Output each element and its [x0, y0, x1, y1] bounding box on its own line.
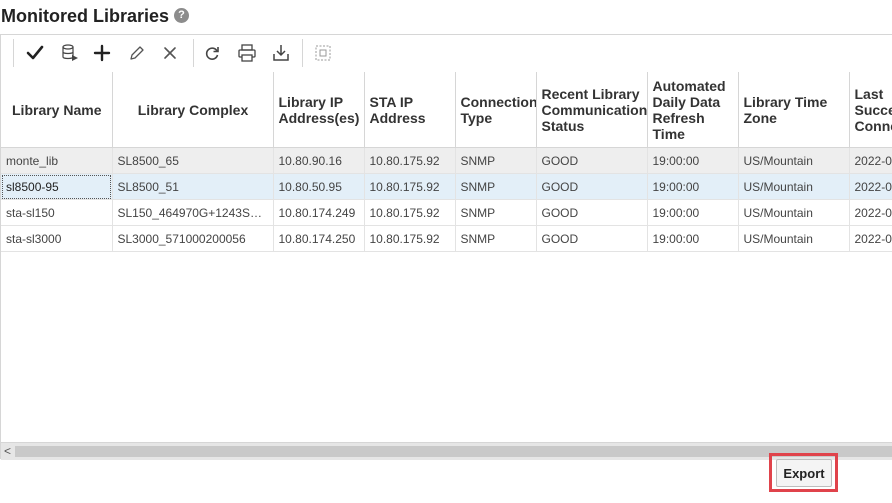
table-cell: 2022-0 — [849, 199, 892, 226]
table-row[interactable]: sta-sl150 SL150_464970G+1243S… 10.80.174… — [1, 199, 892, 226]
table-cell: monte_lib — [1, 147, 113, 174]
table-row[interactable]: sta-sl3000 SL3000_571000200056 10.80.174… — [1, 225, 892, 252]
toolbar-separator — [193, 39, 194, 67]
table-cell: 2022-0 — [849, 225, 892, 252]
help-icon[interactable]: ? — [174, 8, 189, 23]
scrollbar-thumb[interactable] — [15, 446, 892, 457]
table-cell: US/Mountain — [738, 199, 850, 226]
delete-x-icon[interactable] — [158, 41, 182, 65]
table-row-selected[interactable]: sl8500-95 SL8500_51 10.80.50.95 10.80.17… — [1, 173, 892, 200]
table-cell: 10.80.175.92 — [364, 147, 456, 174]
horizontal-scrollbar[interactable]: < — [1, 442, 892, 460]
table-cell: 19:00:00 — [647, 147, 739, 174]
table-cell: SNMP — [455, 173, 537, 200]
table-header-row: Library Name Library Complex Library IP … — [1, 72, 892, 148]
column-header[interactable]: Library Name — [1, 72, 113, 148]
table-cell: GOOD — [536, 173, 648, 200]
scroll-left-arrow-icon[interactable]: < — [4, 444, 11, 458]
checkmark-icon[interactable] — [23, 41, 47, 65]
table-cell: SL3000_571000200056 — [112, 225, 274, 252]
table-cell: GOOD — [536, 199, 648, 226]
table-cell: 2022-0 — [849, 147, 892, 174]
table-cell: US/Mountain — [738, 147, 850, 174]
detach-icon[interactable] — [311, 41, 335, 65]
column-header[interactable]: Connection Type — [455, 72, 537, 148]
table-cell: SNMP — [455, 147, 537, 174]
table-cell: 10.80.175.92 — [364, 225, 456, 252]
table-cell: GOOD — [536, 147, 648, 174]
libraries-table: Library Name Library Complex Library IP … — [1, 72, 892, 442]
table-cell: 19:00:00 — [647, 199, 739, 226]
table-cell: 10.80.175.92 — [364, 199, 456, 226]
column-header[interactable]: Library Time Zone — [738, 72, 850, 148]
table-row[interactable]: monte_lib SL8500_65 10.80.90.16 10.80.17… — [1, 147, 892, 174]
table-cell: sl8500-95 — [1, 173, 113, 200]
toolbar — [1, 35, 892, 73]
table-cell: 19:00:00 — [647, 173, 739, 200]
table-cell: GOOD — [536, 225, 648, 252]
table-cell: 10.80.50.95 — [273, 173, 365, 200]
library-run-icon[interactable] — [58, 41, 82, 65]
table-cell: 2022-0 — [849, 173, 892, 200]
table-cell: SL8500_51 — [112, 173, 274, 200]
table-cell: SL150_464970G+1243S… — [112, 199, 274, 226]
column-header[interactable]: Library IP Address(es) — [273, 72, 365, 148]
table-cell: US/Mountain — [738, 173, 850, 200]
table-cell: US/Mountain — [738, 225, 850, 252]
add-icon[interactable] — [90, 41, 114, 65]
column-header[interactable]: STA IP Address — [364, 72, 456, 148]
print-icon[interactable] — [235, 41, 259, 65]
column-header[interactable]: Automated Daily Data Refresh Time — [647, 72, 739, 148]
column-header[interactable]: Last Successful Connection — [849, 72, 892, 148]
table-cell: 10.80.90.16 — [273, 147, 365, 174]
table-cell: 10.80.174.249 — [273, 199, 365, 226]
export-button[interactable]: Export — [776, 459, 832, 487]
table-cell: 10.80.174.250 — [273, 225, 365, 252]
table-cell: 10.80.175.92 — [364, 173, 456, 200]
download-icon[interactable] — [269, 41, 293, 65]
table-cell: SNMP — [455, 199, 537, 226]
page-title: Monitored Libraries — [1, 6, 170, 26]
title-bar: Monitored Libraries ? — [0, 0, 892, 34]
table-cell: sta-sl150 — [1, 199, 113, 226]
table-cell: SL8500_65 — [112, 147, 274, 174]
toolbar-separator — [13, 39, 14, 67]
toolbar-separator — [302, 39, 303, 67]
edit-pencil-icon[interactable] — [125, 41, 149, 65]
column-header[interactable]: Library Complex — [112, 72, 274, 148]
refresh-icon[interactable] — [200, 41, 224, 65]
table-cell: SNMP — [455, 225, 537, 252]
table-cell: sta-sl3000 — [1, 225, 113, 252]
monitored-libraries-panel: Library Name Library Complex Library IP … — [0, 34, 892, 460]
table-cell: 19:00:00 — [647, 225, 739, 252]
column-header[interactable]: Recent Library Communication Status — [536, 72, 648, 148]
